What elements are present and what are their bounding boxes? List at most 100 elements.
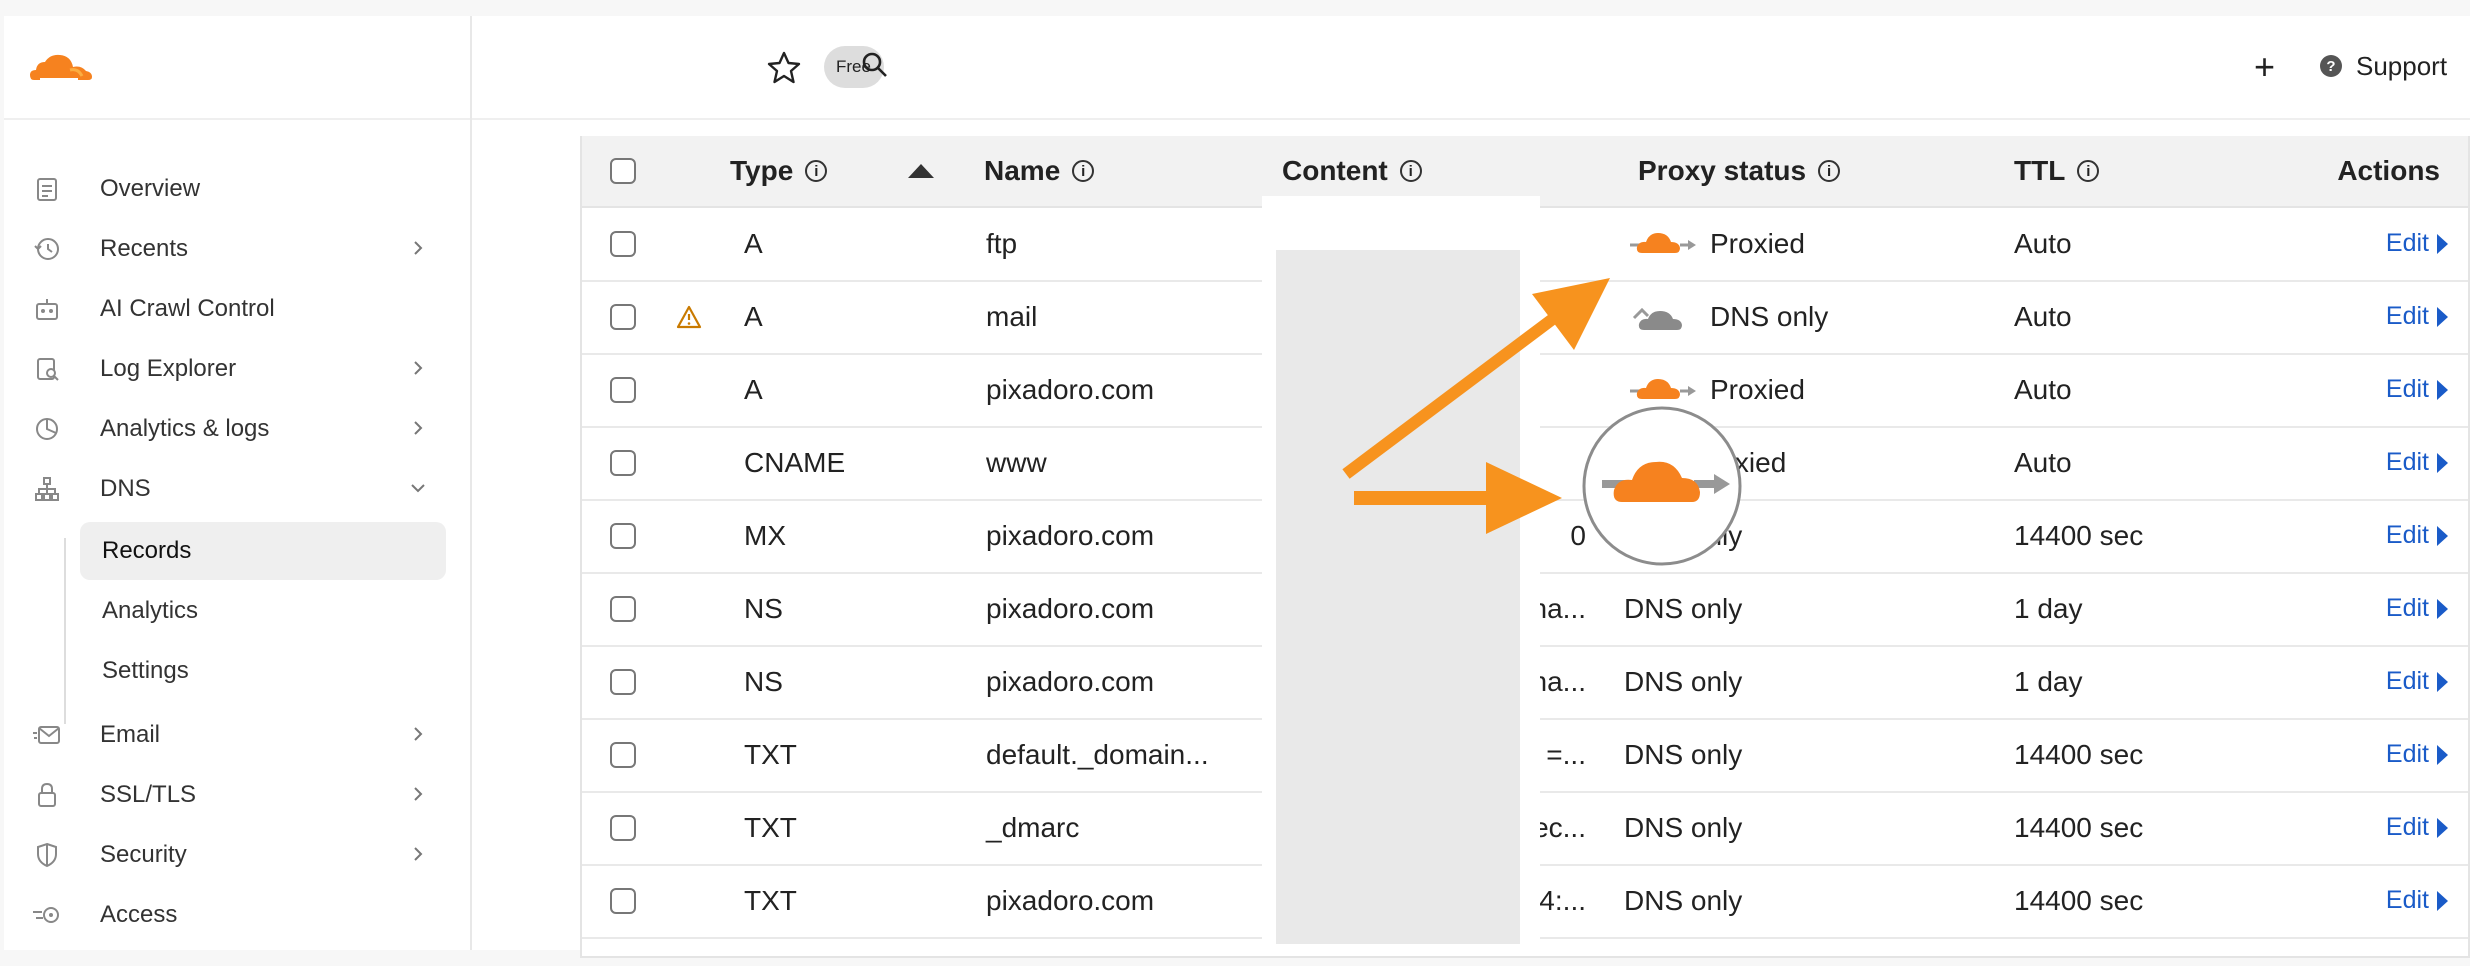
caret-right-icon bbox=[2437, 598, 2448, 619]
edit-button[interactable]: Edit bbox=[2386, 521, 2448, 550]
edit-button[interactable]: Edit bbox=[2386, 229, 2448, 258]
sidebar-item-recents[interactable]: Recents bbox=[28, 220, 448, 278]
support-button[interactable]: ? Support bbox=[2320, 46, 2447, 86]
record-type: TXT bbox=[744, 812, 797, 843]
sidebar-item-label: Security bbox=[100, 841, 187, 868]
column-header-actions: Actions bbox=[2337, 155, 2440, 186]
record-type: A bbox=[744, 228, 763, 259]
sidebar-subitem-analytics[interactable]: Analytics bbox=[80, 582, 446, 640]
chevron-down-icon bbox=[411, 484, 425, 493]
chevron-right-icon bbox=[414, 421, 423, 435]
clipboard-icon bbox=[28, 174, 66, 204]
caret-right-icon bbox=[2437, 233, 2448, 254]
row-checkbox[interactable] bbox=[610, 742, 636, 768]
record-ttl: Auto bbox=[2014, 374, 2072, 405]
row-checkbox[interactable] bbox=[610, 231, 636, 257]
search-icon[interactable] bbox=[860, 50, 890, 80]
edit-button[interactable]: Edit bbox=[2386, 667, 2448, 696]
sidebar-item-access[interactable]: Access bbox=[28, 886, 448, 944]
record-name[interactable]: pixadoro.com bbox=[986, 885, 1154, 917]
record-name[interactable]: pixadoro.com bbox=[986, 593, 1154, 625]
info-icon[interactable]: i bbox=[2077, 160, 2100, 182]
record-name[interactable]: _dmarc bbox=[986, 812, 1079, 844]
record-ttl: 1 day bbox=[2014, 666, 2083, 697]
sidebar-item-analytics-logs[interactable]: Analytics & logs bbox=[28, 400, 448, 458]
record-type: CNAME bbox=[744, 447, 846, 478]
edit-button[interactable]: Edit bbox=[2386, 886, 2448, 915]
sidebar-subitem-settings[interactable]: Settings bbox=[80, 642, 446, 700]
app-window: Overview Recents AI Crawl Control Log Ex… bbox=[4, 16, 2470, 958]
info-icon[interactable]: i bbox=[1818, 160, 1841, 182]
record-name[interactable]: pixadoro.com bbox=[986, 520, 1154, 552]
record-ttl: Auto bbox=[2014, 447, 2072, 478]
record-type: NS bbox=[744, 593, 783, 624]
star-icon[interactable] bbox=[766, 50, 802, 86]
record-name[interactable]: pixadoro.com bbox=[986, 374, 1154, 406]
edit-button[interactable]: Edit bbox=[2386, 302, 2448, 331]
record-name[interactable]: www bbox=[986, 447, 1047, 479]
select-all-checkbox[interactable] bbox=[610, 158, 636, 184]
record-type: A bbox=[744, 374, 763, 405]
sidebar-item-label: AI Crawl Control bbox=[100, 295, 275, 322]
caret-right-icon bbox=[2437, 452, 2448, 473]
row-checkbox[interactable] bbox=[610, 304, 636, 330]
record-content: 0 bbox=[1570, 520, 1586, 551]
sidebar-subitem-records[interactable]: Records bbox=[80, 522, 446, 580]
row-checkbox[interactable] bbox=[610, 523, 636, 549]
column-header-proxy-status[interactable]: Proxy status i bbox=[1638, 136, 1841, 206]
proxy-status: DNS only bbox=[1624, 520, 1743, 551]
info-icon[interactable]: i bbox=[1399, 160, 1422, 182]
row-checkbox[interactable] bbox=[610, 450, 636, 476]
record-ttl: Auto bbox=[2014, 228, 2072, 259]
sidebar-item-security[interactable]: Security bbox=[28, 826, 448, 884]
proxy-status: DNS only bbox=[1624, 885, 1743, 916]
top-header: Free + ? Support bbox=[472, 16, 2470, 120]
record-name[interactable]: pixadoro.com bbox=[986, 666, 1154, 698]
history-icon bbox=[28, 234, 66, 264]
sidebar-item-ai-crawl-control[interactable]: AI Crawl Control bbox=[28, 280, 448, 338]
record-name[interactable]: default._domain... bbox=[986, 739, 1209, 771]
chevron-right-icon bbox=[414, 847, 423, 861]
info-icon[interactable]: i bbox=[805, 160, 828, 182]
chevron-right-icon bbox=[414, 361, 423, 375]
log-icon bbox=[28, 354, 66, 384]
row-checkbox[interactable] bbox=[610, 377, 636, 403]
column-header-type[interactable]: Type i bbox=[730, 136, 828, 206]
record-content: =... bbox=[1546, 739, 1586, 770]
sidebar-item-dns[interactable]: DNS bbox=[28, 460, 448, 518]
sort-ascending-icon[interactable] bbox=[908, 164, 934, 178]
shield-icon bbox=[28, 840, 66, 870]
edit-button[interactable]: Edit bbox=[2386, 594, 2448, 623]
record-name[interactable]: mail bbox=[986, 301, 1037, 333]
cloudflare-logo-icon[interactable] bbox=[26, 46, 96, 86]
row-checkbox[interactable] bbox=[610, 888, 636, 914]
sidebar-item-ssl-tls[interactable]: SSL/TLS bbox=[28, 766, 448, 824]
row-checkbox[interactable] bbox=[610, 815, 636, 841]
edit-button[interactable]: Edit bbox=[2386, 813, 2448, 842]
sidebar-item-log-explorer[interactable]: Log Explorer bbox=[28, 340, 448, 398]
sidebar-item-label: Log Explorer bbox=[100, 355, 237, 382]
column-header-ttl[interactable]: TTL i bbox=[2014, 136, 2100, 206]
info-icon[interactable]: i bbox=[1072, 160, 1095, 182]
edit-button[interactable]: Edit bbox=[2386, 448, 2448, 477]
help-icon: ? bbox=[2320, 55, 2342, 77]
caret-right-icon bbox=[2437, 525, 2448, 546]
row-checkbox[interactable] bbox=[610, 596, 636, 622]
warning-icon[interactable] bbox=[676, 305, 702, 329]
edit-button[interactable]: Edit bbox=[2386, 375, 2448, 404]
sidebar: Overview Recents AI Crawl Control Log Ex… bbox=[4, 16, 472, 950]
proxied-cloud-icon bbox=[1630, 233, 1696, 253]
record-ttl: 14400 sec bbox=[2014, 812, 2144, 843]
sidebar-item-overview[interactable]: Overview bbox=[28, 160, 448, 218]
add-button[interactable]: + bbox=[2254, 46, 2275, 88]
record-type: NS bbox=[744, 666, 783, 697]
column-header-name[interactable]: Name i bbox=[984, 136, 1095, 206]
proxy-status: DNS only bbox=[1710, 301, 1829, 332]
record-name[interactable]: ftp bbox=[986, 228, 1017, 260]
row-checkbox[interactable] bbox=[610, 669, 636, 695]
sidebar-item-email[interactable]: Email bbox=[28, 706, 448, 764]
network-icon bbox=[28, 474, 66, 504]
proxy-status: DNS only bbox=[1624, 739, 1743, 770]
caret-right-icon bbox=[2437, 671, 2448, 692]
edit-button[interactable]: Edit bbox=[2386, 740, 2448, 769]
